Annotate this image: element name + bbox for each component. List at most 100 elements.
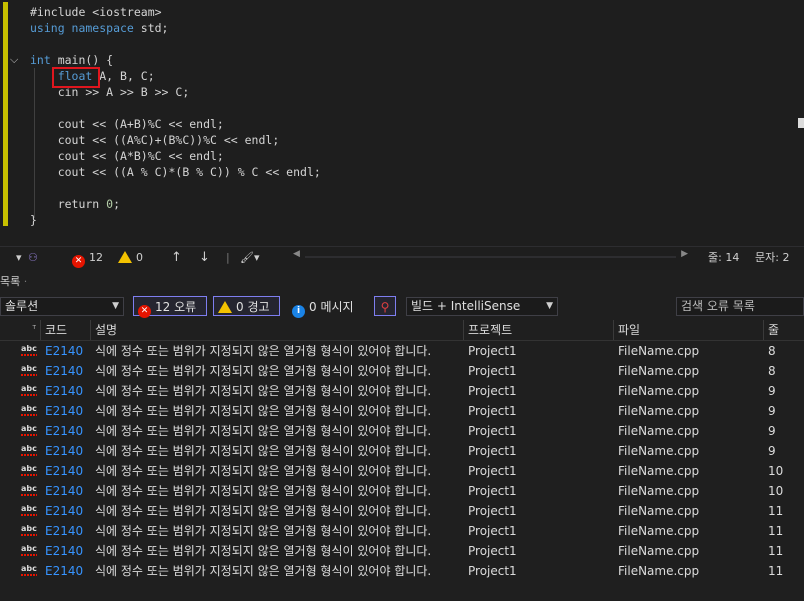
code-token: cout << ((A % C)*(B % C)) % C << endl;	[30, 165, 321, 179]
code-token: main() {	[50, 53, 114, 67]
error-code[interactable]: E2140	[45, 361, 90, 381]
code-line[interactable]: cout << (A*B)%C << endl;	[30, 148, 224, 164]
error-code[interactable]: E2140	[45, 401, 90, 421]
error-code[interactable]: E2140	[45, 341, 90, 361]
panel-title-text: 목록	[0, 275, 21, 288]
error-code[interactable]: E2140	[45, 421, 90, 441]
code-line[interactable]: #include <iostream>	[30, 4, 162, 20]
error-code[interactable]: E2140	[45, 381, 90, 401]
horizontal-scrollbar[interactable]: ◀ ▶	[293, 249, 688, 265]
error-code[interactable]: E2140	[45, 441, 90, 461]
error-code[interactable]: E2140	[45, 481, 90, 501]
code-line[interactable]: cout << (A+B)%C << endl;	[30, 116, 224, 132]
error-file: FileName.cpp	[618, 524, 700, 538]
table-row[interactable]: abc E2140 식에 정수 또는 범위가 지정되지 않은 열거형 형식이 있어야…	[0, 481, 804, 501]
abc-spell-icon: abc	[21, 405, 37, 417]
abc-spell-icon: abc	[21, 385, 37, 397]
panel-title: 목록 ·	[0, 275, 28, 288]
column-indicator[interactable]: 문자: 2	[755, 250, 789, 265]
table-row[interactable]: abc E2140 식에 정수 또는 범위가 지정되지 않은 열거형 형식이 있어야…	[0, 341, 804, 361]
fold-chevron-icon[interactable]: ⌵	[10, 53, 22, 66]
table-row[interactable]: abc E2140 식에 정수 또는 범위가 지정되지 않은 열거형 형식이 있어야…	[0, 421, 804, 441]
code-line[interactable]: int main() {	[30, 52, 113, 68]
search-input[interactable]: 검색 오류 목록	[676, 297, 804, 316]
messages-filter-button[interactable]: i 0 메시지	[287, 296, 365, 318]
code-editor[interactable]: ⌵ #include <iostream> using namespace std…	[0, 0, 804, 230]
error-file: FileName.cpp	[618, 384, 700, 398]
error-code[interactable]: E2140	[45, 501, 90, 521]
errors-filter-button[interactable]: ✕ 12 오류	[133, 296, 207, 318]
hscroll-track[interactable]	[305, 256, 676, 258]
table-row[interactable]: abc E2140 식에 정수 또는 범위가 지정되지 않은 열거형 형식이 있어야…	[0, 541, 804, 561]
code-token: #include <iostream>	[30, 5, 162, 19]
copilot-icon[interactable]: ⚇	[28, 250, 38, 265]
error-file: FileName.cpp	[618, 464, 700, 478]
table-row[interactable]: abc E2140 식에 정수 또는 범위가 지정되지 않은 열거형 형식이 있어야…	[0, 381, 804, 401]
error-code[interactable]: E2140	[45, 521, 90, 541]
scope-dropdown[interactable]: 솔루션 ▼	[0, 297, 124, 316]
abc-spell-icon: abc	[21, 485, 37, 497]
sort-column-header[interactable]: ᵀ	[0, 320, 40, 340]
code-line[interactable]: cout << ((A%C)+(B%C))%C << endl;	[30, 132, 280, 148]
code-line[interactable]: cout << ((A % C)*(B % C)) % C << endl;	[30, 164, 321, 180]
column-header-code[interactable]: 코드	[40, 320, 90, 340]
highlight-box	[52, 67, 100, 88]
error-indicator[interactable]: ✕ 12	[72, 250, 103, 268]
chevron-down-icon: ▼	[112, 301, 119, 311]
filter-toggle-button[interactable]: ⚲	[374, 296, 396, 316]
brush-icon[interactable]: 🖌▾	[240, 250, 260, 265]
error-project: Project1	[468, 564, 517, 578]
table-row[interactable]: abc E2140 식에 정수 또는 범위가 지정되지 않은 열거형 형식이 있어야…	[0, 361, 804, 381]
error-code[interactable]: E2140	[45, 541, 90, 561]
error-count: 12	[89, 251, 103, 264]
error-line: 9	[768, 444, 776, 458]
warning-count: 0	[136, 251, 143, 264]
error-project: Project1	[468, 384, 517, 398]
error-line: 11	[768, 524, 784, 538]
table-row[interactable]: abc E2140 식에 정수 또는 범위가 지정되지 않은 열거형 형식이 있어야…	[0, 461, 804, 481]
chevron-down-icon: ▼	[546, 301, 553, 311]
error-line: 9	[768, 404, 776, 418]
column-header-description[interactable]: 설명	[90, 320, 463, 340]
build-scope-dropdown[interactable]: 빌드 + IntelliSense ▼	[406, 297, 558, 316]
table-row[interactable]: abc E2140 식에 정수 또는 범위가 지정되지 않은 열거형 형식이 있어야…	[0, 561, 804, 581]
warnings-filter-button[interactable]: 0 경고	[213, 296, 280, 316]
table-row[interactable]: abc E2140 식에 정수 또는 범위가 지정되지 않은 열거형 형식이 있어야…	[0, 501, 804, 521]
error-description: 식에 정수 또는 범위가 지정되지 않은 열거형 형식이 있어야 합니다.	[95, 344, 432, 358]
code-token: std;	[133, 21, 169, 35]
code-line[interactable]: }	[30, 212, 37, 228]
error-code[interactable]: E2140	[45, 461, 90, 481]
table-row[interactable]: abc E2140 식에 정수 또는 범위가 지정되지 않은 열거형 형식이 있어야…	[0, 441, 804, 461]
table-row[interactable]: abc E2140 식에 정수 또는 범위가 지정되지 않은 열거형 형식이 있어야…	[0, 521, 804, 541]
error-line: 11	[768, 504, 784, 518]
column-header-line[interactable]: 줄	[763, 320, 804, 340]
code-line[interactable]: using namespace std;	[30, 20, 168, 36]
scroll-thumb[interactable]	[798, 118, 804, 128]
dropdown-arrow-icon[interactable]: ▾	[16, 250, 22, 265]
error-description: 식에 정수 또는 범위가 지정되지 않은 열거형 형식이 있어야 합니다.	[95, 564, 432, 578]
column-header-project[interactable]: 프로젝트	[463, 320, 613, 340]
vertical-scrollbar[interactable]	[796, 0, 804, 230]
column-header-file[interactable]: 파일	[613, 320, 763, 340]
error-description: 식에 정수 또는 범위가 지정되지 않은 열거형 형식이 있어야 합니다.	[95, 364, 432, 378]
scroll-left-icon[interactable]: ◀	[293, 249, 300, 259]
code-token: }	[30, 213, 37, 227]
scroll-right-icon[interactable]: ▶	[681, 249, 688, 259]
line-indicator[interactable]: 줄: 14	[708, 250, 739, 265]
error-project: Project1	[468, 364, 517, 378]
table-row[interactable]: abc E2140 식에 정수 또는 범위가 지정되지 않은 열거형 형식이 있어야…	[0, 401, 804, 421]
error-file: FileName.cpp	[618, 364, 700, 378]
error-project: Project1	[468, 444, 517, 458]
arrow-down-icon[interactable]: ↓	[199, 250, 210, 265]
abc-spell-icon: abc	[21, 565, 37, 577]
error-code[interactable]: E2140	[45, 561, 90, 581]
build-scope-value: 빌드 + IntelliSense	[411, 299, 521, 313]
error-line: 9	[768, 424, 776, 438]
abc-spell-icon: abc	[21, 365, 37, 377]
arrow-up-icon[interactable]: ↑	[171, 250, 182, 265]
code-line[interactable]: return 0;	[30, 196, 120, 212]
warning-indicator[interactable]: 0	[118, 250, 143, 265]
error-file: FileName.cpp	[618, 484, 700, 498]
error-line: 11	[768, 564, 784, 578]
code-token: A, B, C;	[92, 69, 155, 83]
